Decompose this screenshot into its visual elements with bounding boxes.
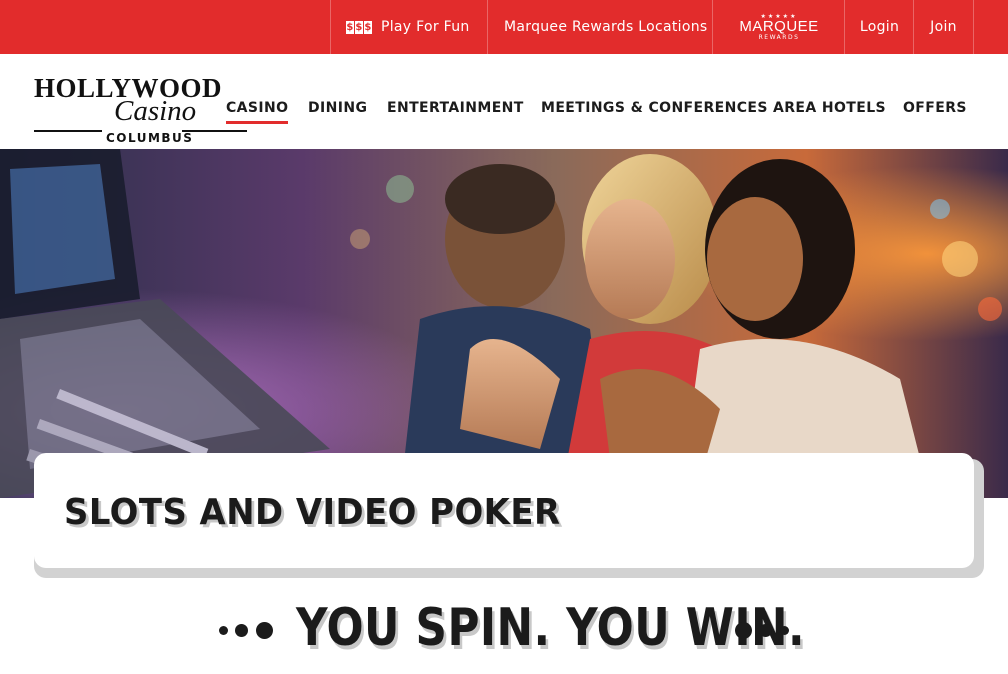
nav-item-offers[interactable]: OFFERS — [903, 100, 967, 116]
nav-item-casino[interactable]: CASINO — [226, 100, 289, 124]
logo-columbus: COLUMBUS — [106, 131, 194, 145]
page-title: SLOTS AND VIDEO POKER — [64, 492, 561, 533]
tagline: YOU SPIN. YOU WIN. — [296, 598, 805, 658]
decorative-dot-left-medium — [235, 624, 248, 637]
logo-casino: Casino — [114, 95, 197, 127]
decorative-dot-left-small — [219, 626, 228, 635]
marquee-rewards-logo[interactable]: ★★★★★ MARQUEE REWARDS — [712, 0, 845, 54]
nav-item-dining[interactable]: DINING — [308, 100, 367, 116]
logo-divider-right — [182, 130, 247, 132]
marquee-sub: REWARDS — [758, 33, 800, 41]
nav-item-area-hotels[interactable]: AREA HOTELS — [773, 100, 886, 116]
hero-photo-illustration — [0, 149, 1008, 498]
marquee-rewards-locations-link[interactable]: Marquee Rewards Locations — [487, 0, 713, 54]
hero-image — [0, 149, 1008, 498]
login-button[interactable]: Login — [844, 0, 914, 54]
play-for-fun-link[interactable]: $ $ $ Play For Fun — [330, 0, 488, 54]
decorative-dot-right-medium — [759, 624, 772, 637]
join-button[interactable]: Join — [913, 0, 974, 54]
hollywood-casino-logo[interactable]: HOLLYWOOD Casino COLUMBUS — [34, 73, 247, 145]
decorative-dot-left-large — [256, 622, 273, 639]
logo-divider-left — [34, 130, 102, 132]
top-utility-bar: $ $ $ Play For Fun Marquee Rewards Locatio… — [0, 0, 1008, 54]
marquee-word: MARQUEE — [739, 17, 819, 35]
decorative-dot-right-small — [780, 626, 789, 635]
nav-item-meetings[interactable]: MEETINGS & CONFERENCES — [541, 100, 768, 116]
nav-item-entertainment[interactable]: ENTERTAINMENT — [387, 100, 524, 116]
locations-label: Marquee Rewards Locations — [504, 19, 708, 35]
decorative-dot-right-large — [735, 622, 752, 639]
dollar-signs-icon: $ $ $ — [346, 20, 372, 34]
login-label: Login — [859, 19, 900, 35]
join-label: Join — [930, 19, 957, 35]
play-for-fun-label: Play For Fun — [381, 19, 470, 35]
